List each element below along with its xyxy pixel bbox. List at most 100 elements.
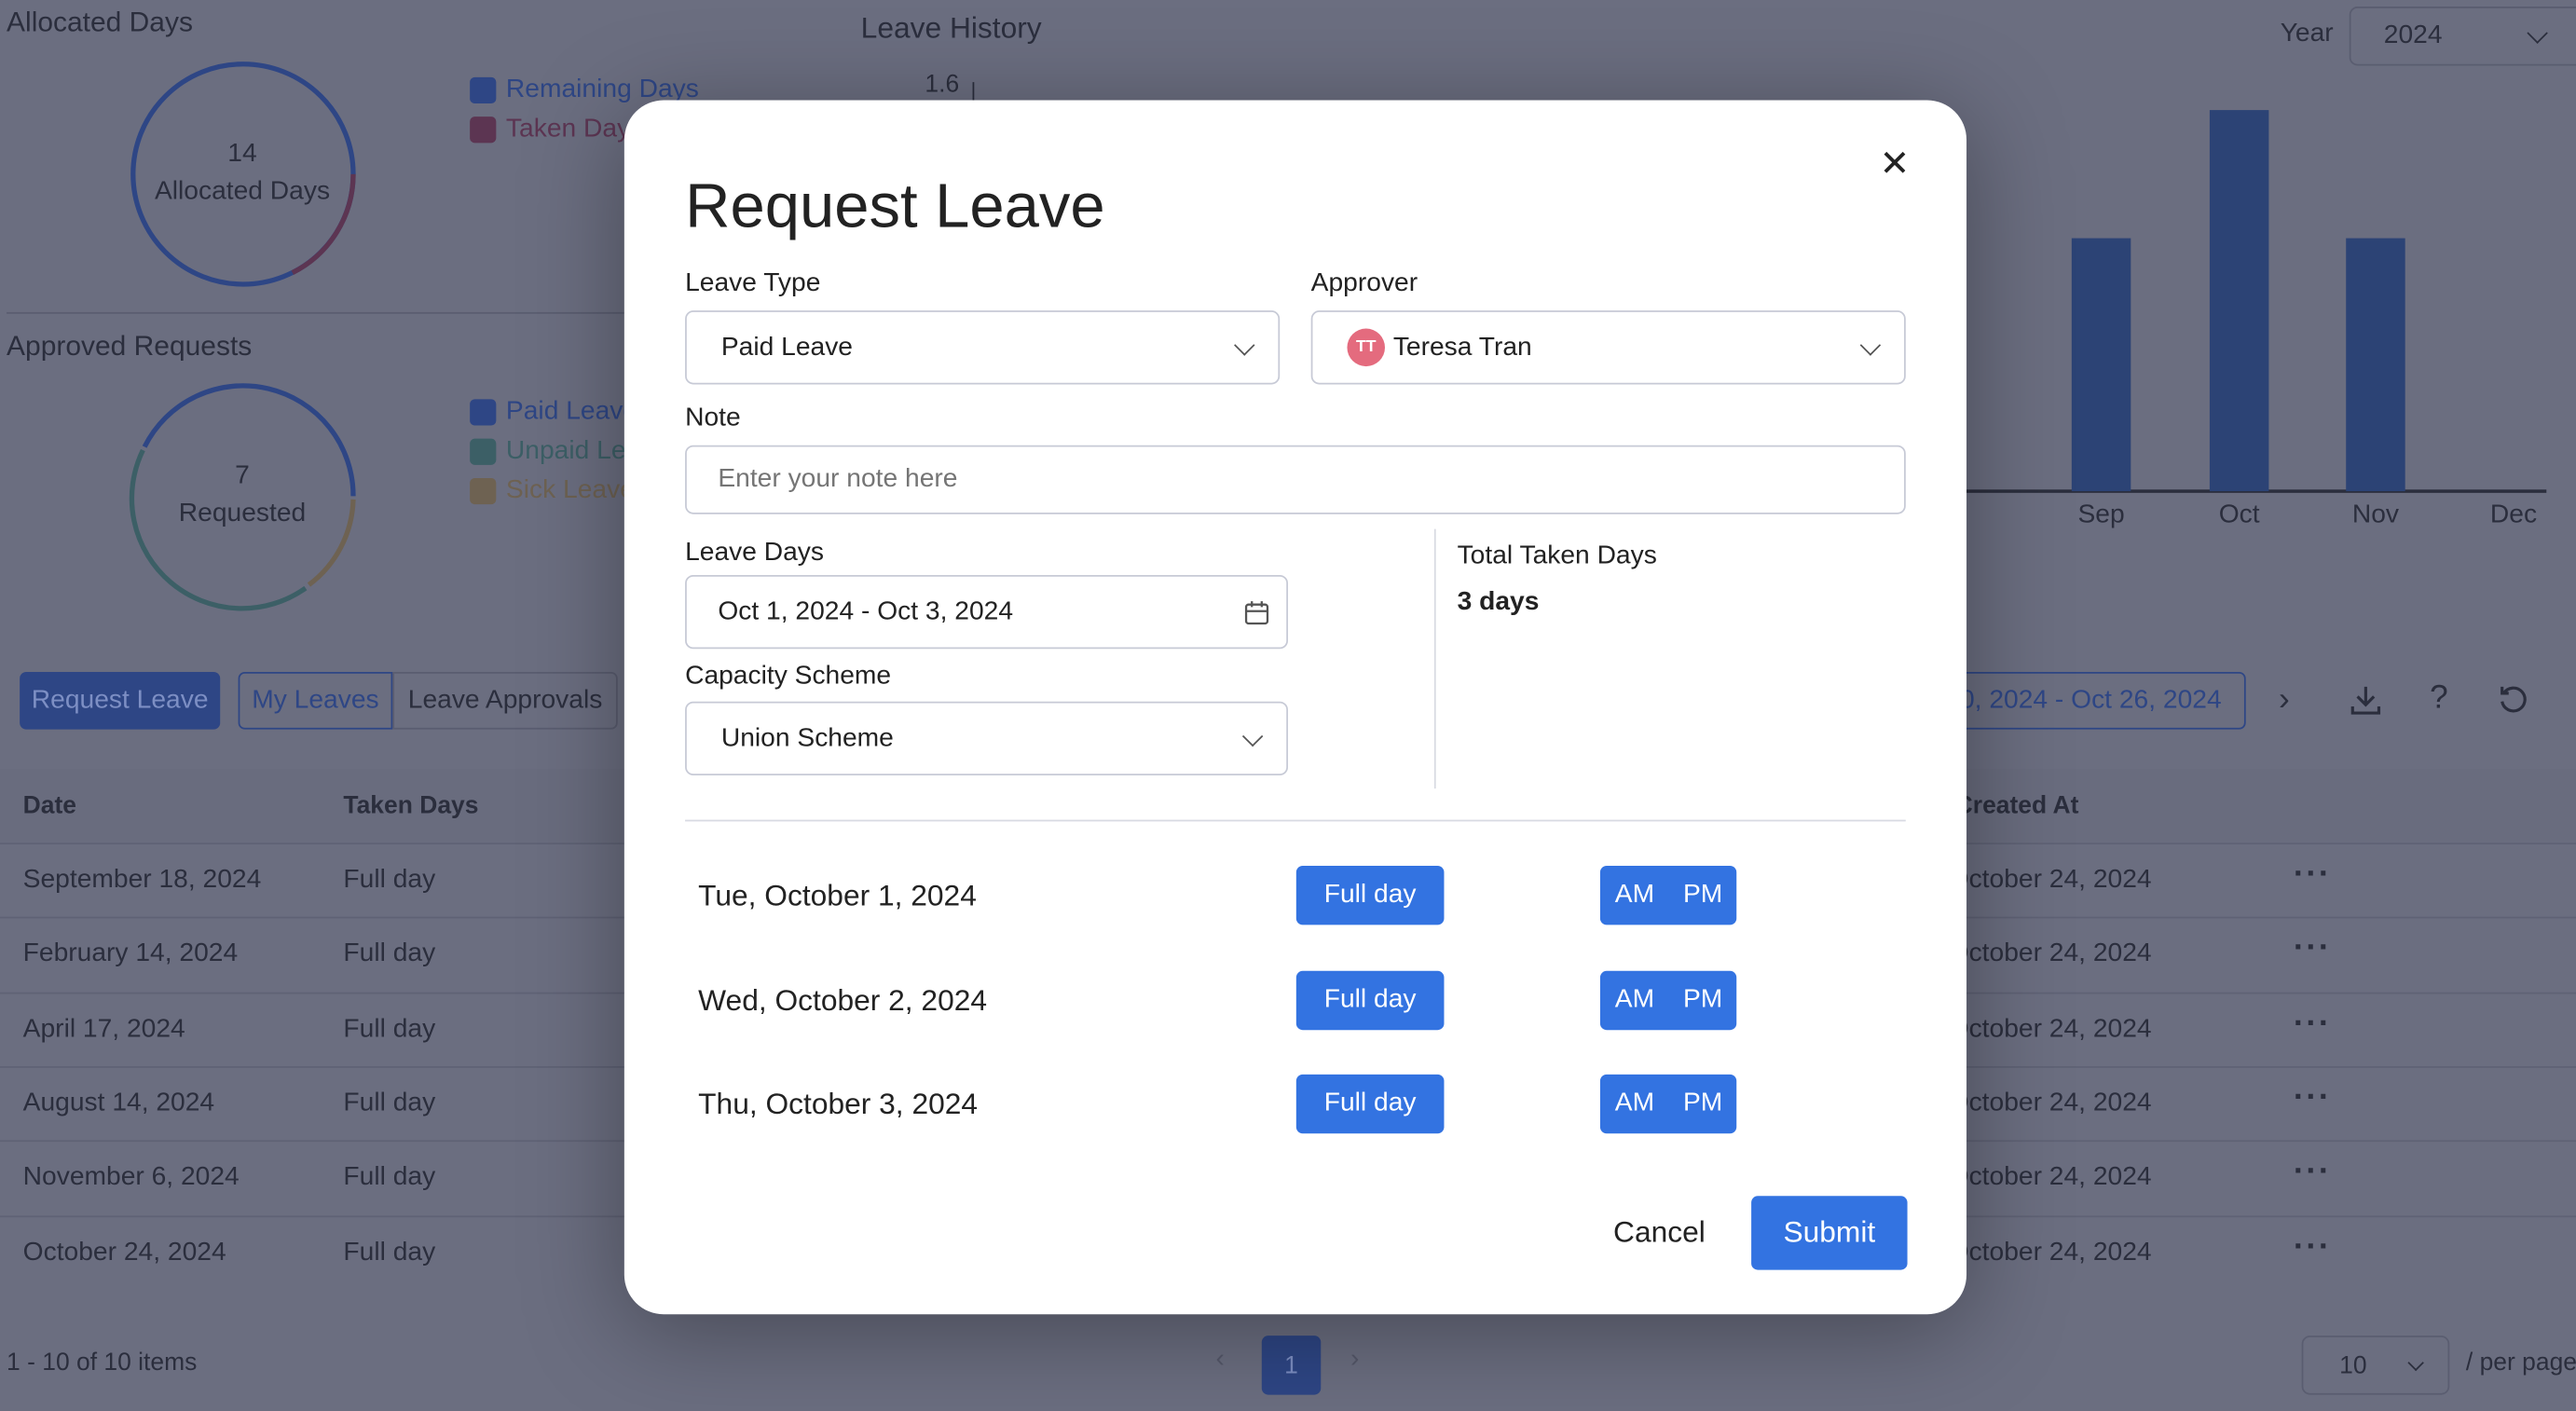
cell-date: April 17, 2024 bbox=[22, 1014, 185, 1043]
y-tick-label: 1.6 bbox=[925, 70, 960, 99]
modal-title: Request Leave bbox=[685, 172, 1105, 242]
approved-donut bbox=[129, 383, 356, 611]
cell-date: September 18, 2024 bbox=[22, 865, 262, 894]
am-button[interactable]: AM bbox=[1600, 970, 1669, 1029]
more-actions-icon[interactable]: ··· bbox=[2294, 1228, 2332, 1267]
leave-type-value: Paid Leave bbox=[720, 332, 853, 361]
cell-taken-days: Full day bbox=[343, 1163, 436, 1192]
legend-taken: Taken Days bbox=[505, 115, 644, 144]
total-taken-value: 3 days bbox=[1457, 588, 1540, 617]
cell-taken-days: Full day bbox=[343, 1238, 436, 1267]
bar-nov bbox=[2346, 237, 2405, 492]
day-date: Tue, October 1, 2024 bbox=[698, 879, 977, 912]
more-actions-icon[interactable]: ··· bbox=[2294, 1005, 2332, 1043]
chevron-down-icon bbox=[1234, 334, 1255, 355]
legend-sick: Sick Leave bbox=[505, 476, 635, 505]
cancel-button[interactable]: Cancel bbox=[1613, 1215, 1706, 1250]
chevron-down-icon bbox=[2527, 22, 2548, 44]
header-date[interactable]: Date bbox=[23, 792, 76, 820]
year-select[interactable]: 2024 bbox=[2349, 7, 2576, 66]
full-day-button[interactable]: Full day bbox=[1295, 1074, 1445, 1134]
legend-taken-swatch bbox=[470, 116, 497, 144]
year-label: Year bbox=[2280, 20, 2334, 48]
approver-label: Approver bbox=[1310, 269, 1418, 298]
year-value: 2024 bbox=[2383, 21, 2443, 49]
approver-value: Teresa Tran bbox=[1392, 332, 1532, 361]
submit-button[interactable]: Submit bbox=[1751, 1196, 1908, 1270]
legend-paid-swatch bbox=[470, 399, 497, 426]
approver-select[interactable]: TT Teresa Tran bbox=[1310, 310, 1906, 385]
avatar: TT bbox=[1347, 328, 1386, 367]
allocated-donut bbox=[130, 62, 356, 287]
chevron-down-icon bbox=[1241, 724, 1264, 747]
total-taken-label: Total Taken Days bbox=[1457, 541, 1657, 570]
legend-sick-swatch bbox=[470, 477, 497, 505]
prev-page-icon[interactable]: ‹ bbox=[1215, 1346, 1224, 1376]
x-tick-label: Dec bbox=[2489, 500, 2538, 529]
x-tick-label: Oct bbox=[2218, 500, 2260, 529]
capacity-scheme-value: Union Scheme bbox=[720, 723, 894, 752]
capacity-scheme-select[interactable]: Union Scheme bbox=[685, 701, 1289, 776]
bar-oct bbox=[2209, 110, 2269, 492]
legend-remaining-swatch bbox=[470, 76, 497, 104]
note-label: Note bbox=[685, 404, 741, 432]
allocated-caption: Allocated Days bbox=[154, 177, 331, 206]
full-day-button[interactable]: Full day bbox=[1295, 969, 1445, 1030]
more-actions-icon[interactable]: ··· bbox=[2294, 1079, 2332, 1117]
page-size-select[interactable]: 10 bbox=[2301, 1336, 2450, 1395]
pm-button[interactable]: PM bbox=[1669, 866, 1736, 925]
more-actions-icon[interactable]: ··· bbox=[2294, 856, 2332, 894]
approved-value: 7 bbox=[235, 461, 250, 490]
leave-type-select[interactable]: Paid Leave bbox=[685, 310, 1281, 385]
allocated-value: 14 bbox=[227, 139, 257, 168]
vertical-divider bbox=[1433, 528, 1436, 789]
cell-created-at: October 24, 2024 bbox=[1948, 1089, 2152, 1117]
request-leave-button[interactable]: Request Leave bbox=[20, 671, 221, 730]
allocated-days-title: Allocated Days bbox=[7, 7, 193, 38]
bar-sep bbox=[2071, 237, 2131, 492]
cell-created-at: October 24, 2024 bbox=[1948, 865, 2152, 894]
header-taken-days[interactable]: Taken Days bbox=[343, 792, 478, 820]
pagination-summary: 1 - 10 of 10 items bbox=[7, 1349, 198, 1377]
chevron-right-icon[interactable]: › bbox=[2279, 682, 2290, 720]
cell-created-at: October 24, 2024 bbox=[1948, 1014, 2152, 1043]
tab-leave-approvals[interactable]: Leave Approvals bbox=[392, 671, 618, 730]
cell-date: February 14, 2024 bbox=[22, 939, 239, 968]
cell-date: November 6, 2024 bbox=[22, 1163, 240, 1192]
refresh-icon[interactable] bbox=[2497, 683, 2529, 716]
chevron-down-icon bbox=[1859, 334, 1882, 355]
divider bbox=[7, 311, 631, 314]
page-1-button[interactable]: 1 bbox=[1261, 1336, 1322, 1395]
download-icon[interactable] bbox=[2350, 683, 2382, 716]
am-button[interactable]: AM bbox=[1600, 1075, 1669, 1133]
cell-taken-days: Full day bbox=[343, 865, 436, 894]
page-size-value: 10 bbox=[2339, 1350, 2367, 1379]
calendar-icon bbox=[1244, 601, 1269, 625]
more-actions-icon[interactable]: ··· bbox=[2294, 930, 2332, 968]
cell-created-at: October 24, 2024 bbox=[1948, 1238, 2152, 1267]
question-icon[interactable]: ? bbox=[2430, 680, 2448, 719]
chart-title: Leave History bbox=[860, 11, 1042, 45]
x-tick-label: Nov bbox=[2351, 500, 2400, 529]
cell-taken-days: Full day bbox=[343, 939, 436, 968]
x-tick-label: Sep bbox=[2077, 500, 2125, 529]
note-input[interactable] bbox=[685, 445, 1906, 514]
full-day-button[interactable]: Full day bbox=[1295, 865, 1445, 925]
close-icon[interactable]: ✕ bbox=[1880, 143, 1911, 185]
leave-days-label: Leave Days bbox=[685, 539, 825, 568]
more-actions-icon[interactable]: ··· bbox=[2294, 1154, 2332, 1192]
am-button[interactable]: AM bbox=[1600, 866, 1669, 925]
tab-my-leaves[interactable]: My Leaves bbox=[238, 671, 393, 730]
horizontal-divider bbox=[685, 819, 1906, 822]
leave-type-label: Leave Type bbox=[685, 269, 821, 298]
approved-requests-title: Approved Requests bbox=[7, 330, 253, 362]
cell-created-at: October 24, 2024 bbox=[1948, 939, 2152, 968]
next-page-icon[interactable]: › bbox=[1350, 1346, 1359, 1376]
cell-taken-days: Full day bbox=[343, 1014, 436, 1043]
pm-button[interactable]: PM bbox=[1669, 970, 1736, 1029]
leave-days-picker[interactable]: Oct 1, 2024 - Oct 3, 2024 bbox=[685, 574, 1289, 650]
am-pm-toggle: AM PM bbox=[1599, 969, 1737, 1030]
header-created-at[interactable]: Created At bbox=[1955, 792, 2079, 820]
legend-unpaid-swatch bbox=[470, 438, 497, 465]
pm-button[interactable]: PM bbox=[1669, 1075, 1736, 1133]
